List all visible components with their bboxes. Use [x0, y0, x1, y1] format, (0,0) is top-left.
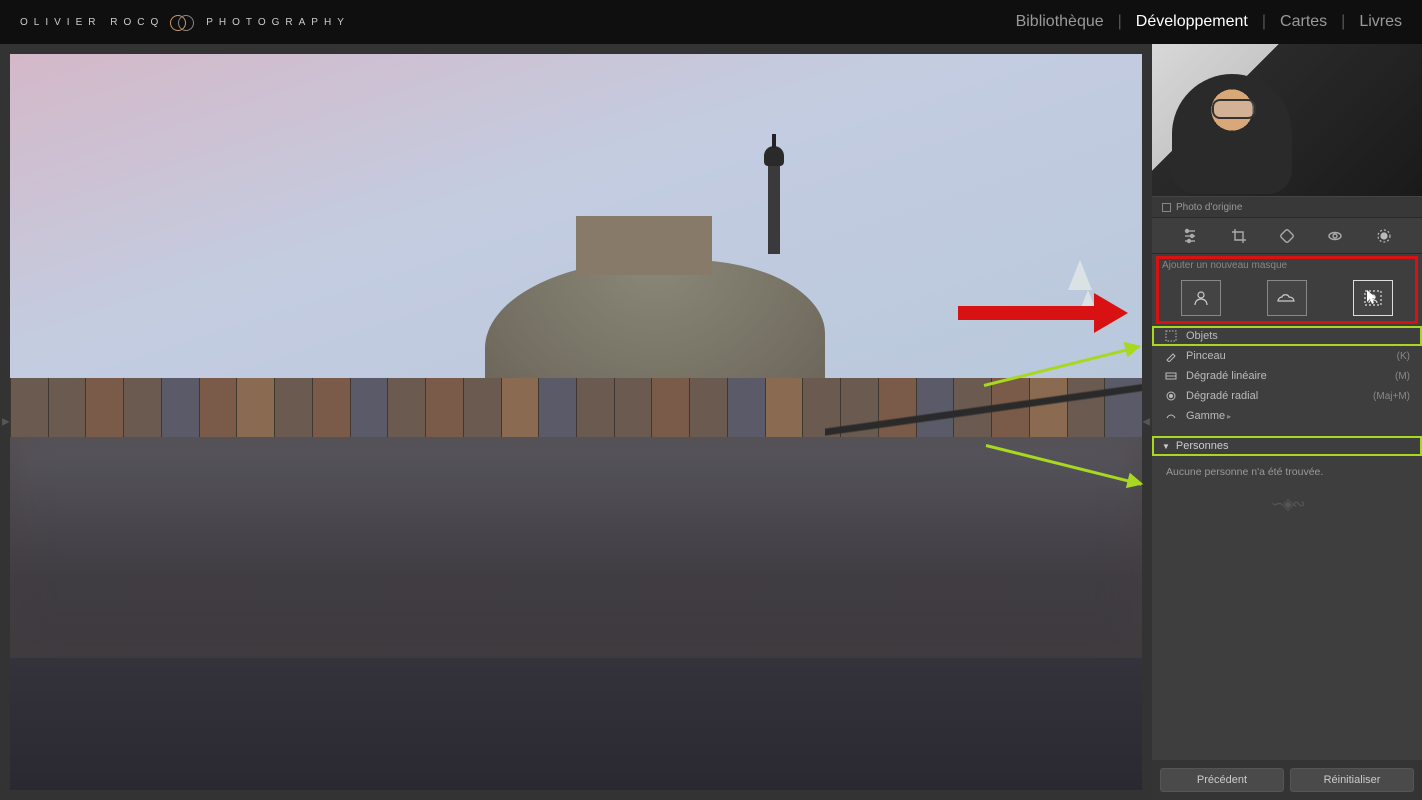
- objects-icon: [1164, 329, 1178, 343]
- panel-bottom-buttons: Précédent Réinitialiser: [1152, 760, 1422, 800]
- brand-monogram-icon: [170, 12, 200, 32]
- module-map[interactable]: Cartes: [1280, 13, 1327, 31]
- module-picker: Bibliothèque | Développement | Cartes | …: [1016, 13, 1402, 31]
- module-book[interactable]: Livres: [1359, 13, 1402, 31]
- module-separator: |: [1262, 13, 1266, 31]
- panel-filler: ∽◈∾: [1152, 488, 1422, 760]
- redeye-icon[interactable]: [1325, 226, 1345, 246]
- mask-select-subject[interactable]: [1181, 280, 1221, 316]
- checkbox-icon[interactable]: [1162, 203, 1171, 212]
- module-library[interactable]: Bibliothèque: [1016, 13, 1104, 31]
- mask-tool-list: Objets Pinceau (K) Dégradé linéaire (M): [1152, 326, 1422, 426]
- original-photo-toggle[interactable]: Photo d'origine: [1152, 196, 1422, 218]
- reset-button[interactable]: Réinitialiser: [1290, 768, 1414, 792]
- develop-toolstrip: [1152, 218, 1422, 254]
- module-separator: |: [1118, 13, 1122, 31]
- panel-expand-right-icon[interactable]: ◀: [1142, 417, 1150, 428]
- mask-select-background[interactable]: [1353, 280, 1393, 316]
- brand-text-right: PHOTOGRAPHY: [206, 17, 350, 28]
- healing-icon[interactable]: [1277, 226, 1297, 246]
- disclosure-triangle-icon: ▼: [1162, 442, 1170, 451]
- brand-text-left: OLIVIER ROCQ: [20, 17, 164, 28]
- mask-tool-objects[interactable]: Objets: [1152, 326, 1422, 346]
- mask-section-header: Ajouter un nouveau masque: [1162, 260, 1412, 274]
- mask-selector-section: Ajouter un nouveau masque: [1152, 254, 1422, 326]
- preview-area: ▶ ◀: [0, 44, 1152, 800]
- mask-select-sky[interactable]: [1267, 280, 1307, 316]
- module-develop[interactable]: Développement: [1136, 13, 1248, 31]
- mask-tool-brush[interactable]: Pinceau (K): [1152, 346, 1422, 366]
- top-bar: OLIVIER ROCQ PHOTOGRAPHY Bibliothèque | …: [0, 0, 1422, 44]
- radial-gradient-icon: [1164, 389, 1178, 403]
- mask-tool-linear-gradient[interactable]: Dégradé linéaire (M): [1152, 366, 1422, 386]
- webcam-overlay: [1152, 44, 1422, 196]
- module-separator: |: [1341, 13, 1345, 31]
- photo-preview[interactable]: [10, 54, 1142, 790]
- mask-tool-range[interactable]: Gamme▸: [1152, 406, 1422, 426]
- brush-icon: [1164, 349, 1178, 363]
- mask-tool-radial-gradient[interactable]: Dégradé radial (Maj+M): [1152, 386, 1422, 406]
- range-icon: [1164, 409, 1178, 423]
- brand-logo: OLIVIER ROCQ PHOTOGRAPHY: [20, 12, 350, 32]
- right-panel: Photo d'origine Ajouter un nouveau masqu…: [1152, 44, 1422, 800]
- original-photo-label: Photo d'origine: [1176, 202, 1242, 213]
- edit-sliders-icon[interactable]: [1180, 226, 1200, 246]
- panel-expand-left-icon[interactable]: ▶: [2, 417, 10, 428]
- people-empty-message: Aucune personne n'a été trouvée.: [1152, 456, 1422, 488]
- people-section-header[interactable]: ▼ Personnes: [1152, 436, 1422, 456]
- crop-icon[interactable]: [1229, 226, 1249, 246]
- masking-icon[interactable]: [1374, 226, 1394, 246]
- linear-gradient-icon: [1164, 369, 1178, 383]
- previous-button[interactable]: Précédent: [1160, 768, 1284, 792]
- panel-ornament-icon: ∽◈∾: [1270, 494, 1303, 514]
